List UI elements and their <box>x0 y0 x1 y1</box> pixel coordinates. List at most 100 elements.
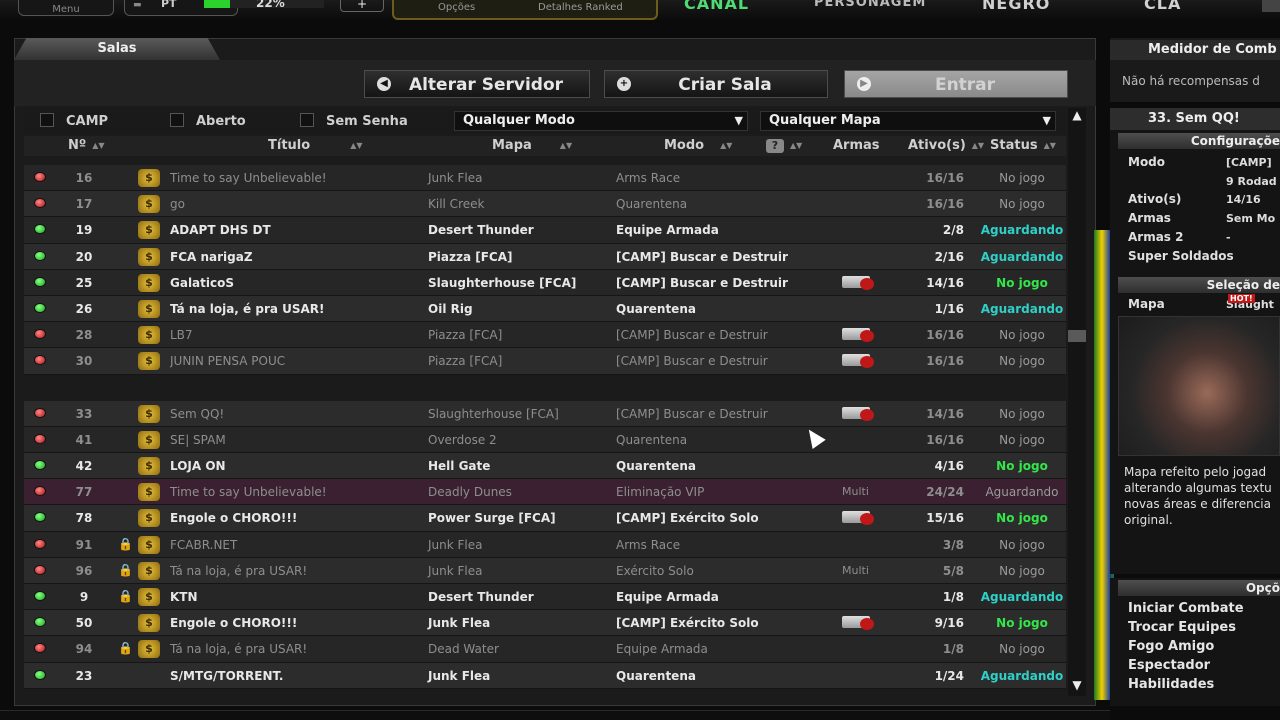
no-password-checkbox[interactable]: Sem Senha <box>300 113 408 129</box>
room-number: 20 <box>75 249 93 264</box>
col-status[interactable]: Status ▲▼ <box>990 138 1056 153</box>
room-map: Power Surge [FCA] <box>428 511 556 526</box>
table-row[interactable]: 50 $ Engole o CHORO!!! Junk Flea [CAMP] Exér… <box>24 610 1066 637</box>
col-number[interactable]: Nº ▲▼ <box>68 138 105 153</box>
mode-select[interactable]: Qualquer Modo ▼ <box>454 111 748 131</box>
ranked-details-button[interactable]: Detalhes Ranked <box>538 2 623 13</box>
scroll-up-icon[interactable]: ▲ <box>1068 108 1086 124</box>
weapon-icon <box>842 328 874 343</box>
table-row[interactable]: 25 $ GalaticoS Slaughterhouse [FCA] [CAMP] B… <box>24 269 1066 296</box>
table-row[interactable]: 9 🔒 $ KTN Desert Thunder Equipe Armada 1/8 Agua… <box>24 584 1066 611</box>
room-number: 91 <box>75 537 93 552</box>
close-button[interactable] <box>1262 0 1280 12</box>
map-desc-line: original. <box>1124 513 1173 527</box>
col-title[interactable]: Título ▲▼ <box>268 138 363 153</box>
plus-button[interactable]: + <box>340 0 384 12</box>
room-number: 17 <box>75 197 93 212</box>
progress-percent: 22% <box>256 0 285 10</box>
room-mode: [CAMP] Buscar e Destruir <box>616 275 788 290</box>
config-value: 14/16 <box>1226 193 1261 206</box>
status-dot-icon <box>34 172 46 182</box>
room-mode: Equipe Armada <box>616 223 719 238</box>
tab-canal[interactable]: CANAL <box>684 0 749 13</box>
create-room-button[interactable]: + Criar Sala <box>604 70 828 98</box>
table-row[interactable]: 42 $ LOJA ON Hell Gate Quarentena 4/16 No jogo <box>24 453 1066 480</box>
status-dot-icon <box>34 198 46 209</box>
map-preview-image <box>1118 316 1280 456</box>
room-mode: Quarentena <box>616 197 688 212</box>
enter-button[interactable]: ▶ Entrar <box>844 70 1068 98</box>
room-active: 24/24 <box>926 485 964 500</box>
status-dot-icon <box>34 538 46 549</box>
room-active: 2/16 <box>934 249 964 264</box>
room-active: 4/16 <box>934 459 964 474</box>
bottom-bar <box>0 710 1110 720</box>
clan-badge-icon: $ <box>138 326 160 345</box>
spectator-option[interactable]: Espectador <box>1128 658 1210 673</box>
combat-meter-title: Medidor de Comb <box>1110 40 1280 60</box>
lock-icon: 🔒 <box>118 641 133 656</box>
scrollbar[interactable] <box>1068 108 1086 696</box>
selection-header: Seleção de <box>1118 277 1280 293</box>
room-map: Kill Creek <box>428 197 485 212</box>
status-dot-icon <box>34 617 46 628</box>
sort-icon: ▲▼ <box>790 141 803 150</box>
friendly-fire-option[interactable]: Fogo Amigo <box>1128 639 1214 654</box>
options-button[interactable]: Opções <box>438 2 475 13</box>
scroll-thumb[interactable] <box>1068 330 1086 342</box>
table-row[interactable]: 20 $ FCA narigaZ Piazza [FCA] [CAMP] Buscar … <box>24 243 1066 270</box>
status-dot-icon <box>34 591 46 601</box>
swap-teams-option[interactable]: Trocar Equipes <box>1128 620 1236 635</box>
checkbox-box <box>170 113 184 127</box>
table-row[interactable]: 19 $ ADAPT DHS DT Desert Thunder Equipe Arma… <box>24 217 1066 244</box>
room-active: 3/8 <box>942 537 964 552</box>
table-row[interactable]: 77 $ Time to say Unbelievable! Deadly Dunes… <box>24 479 1066 506</box>
table-row[interactable]: 23 S/MTG/TORRENT. Junk Flea Quarentena 1/24 A… <box>24 662 1066 689</box>
col-active[interactable]: Ativo(s) ▲▼ <box>908 138 984 153</box>
room-status: No jogo <box>999 197 1045 212</box>
open-checkbox[interactable]: Aberto <box>170 113 246 129</box>
clan-badge-icon: $ <box>138 640 160 659</box>
status-dot-icon <box>34 433 46 444</box>
start-combat-option[interactable]: Iniciar Combate <box>1128 601 1244 616</box>
col-help[interactable]: ? ▲▼ <box>766 138 802 153</box>
tab-negro[interactable]: NEGRO <box>982 0 1050 13</box>
table-row[interactable]: 33 $ Sem QQ! Slaughterhouse [FCA] [CAMP] Bus… <box>24 400 1066 427</box>
table-row[interactable]: 28 $ LB7 Piazza [FCA] [CAMP] Buscar e Destru… <box>24 322 1066 349</box>
table-row[interactable]: 26 $ Tá na loja, é pra USAR! Oil Rig Quarent… <box>24 295 1066 323</box>
room-status: No jogo <box>996 459 1048 474</box>
table-row[interactable]: 91 🔒 $ FCABR.NET Junk Flea Arms Race 3/8 No jog… <box>24 531 1066 558</box>
col-mode[interactable]: Modo ▲▼ <box>664 138 732 153</box>
col-arms[interactable]: Armas <box>833 138 880 153</box>
status-dot-icon <box>34 250 46 261</box>
skills-option[interactable]: Habilidades <box>1128 677 1214 692</box>
table-row[interactable]: 16 $ Time to say Unbelievable! Junk Flea Arm… <box>24 165 1066 192</box>
config-key: Armas <box>1128 211 1171 225</box>
room-active: 1/16 <box>934 301 964 316</box>
room-map: Piazza [FCA] <box>428 249 513 264</box>
scroll-down-icon[interactable]: ▼ <box>1068 678 1086 694</box>
table-row[interactable]: 78 $ Engole o CHORO!!! Power Surge [FCA] [CA… <box>24 505 1066 532</box>
tab-cla[interactable]: CLÃ <box>1144 0 1181 13</box>
lock-icon: 🔒 <box>118 562 133 577</box>
table-row[interactable]: 41 $ SE| SPAM Overdose 2 Quarentena 16/16 No j… <box>24 426 1066 454</box>
change-server-button[interactable]: ◀ Alterar Servidor <box>364 70 590 98</box>
weapon-icon <box>842 275 874 290</box>
room-mode: Eliminação VIP <box>616 485 705 500</box>
clan-badge-icon: $ <box>138 299 160 318</box>
col-map[interactable]: Mapa ▲▼ <box>492 138 572 153</box>
rooms-tab[interactable]: Salas <box>14 38 220 60</box>
weapon-icon <box>842 511 874 526</box>
col-map-label: Mapa <box>492 138 532 153</box>
table-row[interactable]: 17 $ go Kill Creek Quarentena 16/16 No jogo <box>24 191 1066 218</box>
room-number: 23 <box>75 668 93 683</box>
table-row[interactable]: 94 🔒 $ Tá na loja, é pra USAR! Dead Water Equ… <box>24 636 1066 663</box>
tab-personagem[interactable]: PERSONAGEM <box>814 0 926 10</box>
clan-badge-icon: $ <box>138 588 160 606</box>
room-mode: [CAMP] Exército Solo <box>616 511 759 526</box>
table-row[interactable]: 30 $ JUNIN PENSA POUC Piazza [FCA] [CAMP] Bu… <box>24 348 1066 375</box>
map-select[interactable]: Qualquer Mapa ▼ <box>760 111 1056 131</box>
table-row[interactable]: 96 🔒 $ Tá na loja, é pra USAR! Junk Flea Exér… <box>24 557 1066 584</box>
camp-checkbox[interactable]: CAMP <box>40 113 108 129</box>
menu-button[interactable]: Menu <box>18 0 114 16</box>
